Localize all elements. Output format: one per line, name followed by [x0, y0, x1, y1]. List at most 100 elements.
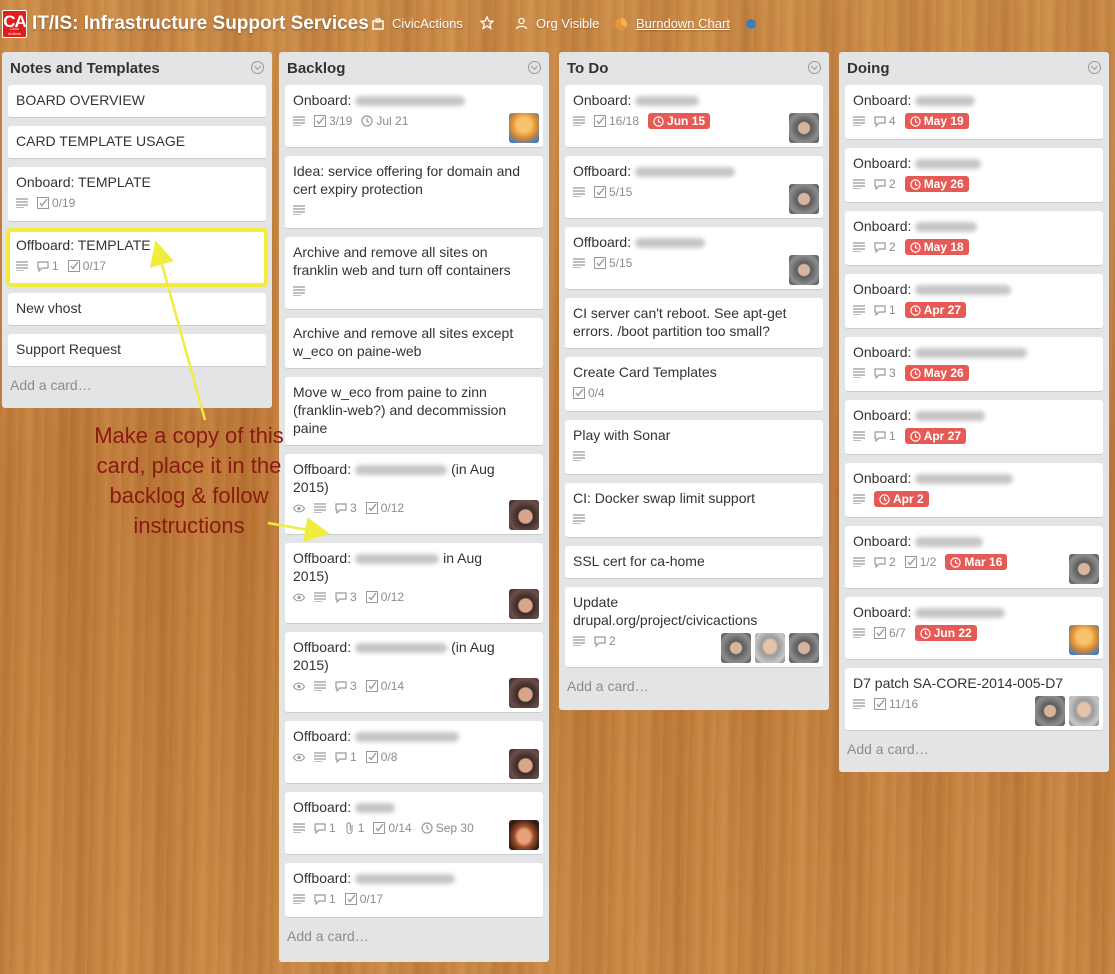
- comments-badge: 3: [335, 677, 357, 695]
- comments-badge: 4: [874, 112, 896, 130]
- card-offboard[interactable]: Offboard: 1 0/17: [285, 863, 543, 918]
- card-offboard[interactable]: Offboard: (in Aug 2015) 3 0/12: [285, 454, 543, 535]
- card-title: D7 patch SA-CORE-2014-005-D7: [853, 675, 1064, 691]
- burndown-chart-link[interactable]: Burndown Chart: [614, 16, 730, 31]
- checklist-badge: 0/12: [365, 499, 404, 517]
- card-board-overview[interactable]: BOARD OVERVIEW: [8, 85, 266, 118]
- list-header: Backlog: [285, 52, 543, 85]
- visibility-button[interactable]: Org Visible: [515, 16, 599, 31]
- avatar[interactable]: [789, 184, 819, 214]
- card-title: Onboard:: [853, 155, 912, 171]
- globe-icon[interactable]: [746, 19, 756, 29]
- avatar[interactable]: [509, 749, 539, 779]
- comment-icon: [314, 822, 326, 834]
- add-card-link[interactable]: Add a card…: [285, 918, 543, 952]
- card-offboard[interactable]: Offboard: 5/15: [565, 227, 823, 290]
- comment-icon: [874, 304, 886, 316]
- avatar[interactable]: [755, 633, 785, 663]
- list-title[interactable]: Backlog: [287, 60, 345, 77]
- card-archive-franklin[interactable]: Archive and remove all sites on franklin…: [285, 237, 543, 310]
- card-idea-service-offering[interactable]: Idea: service offering for domain and ce…: [285, 156, 543, 229]
- clock-icon: [909, 115, 921, 127]
- avatar[interactable]: [1069, 625, 1099, 655]
- avatar[interactable]: [1069, 696, 1099, 726]
- description-icon: [853, 242, 865, 252]
- card-play-with-sonar[interactable]: Play with Sonar: [565, 420, 823, 475]
- card-onboard[interactable]: Onboard: Apr 2: [845, 463, 1103, 518]
- card-offboard[interactable]: Offboard: 1 1 0/14 Sep 30: [285, 792, 543, 855]
- board-title[interactable]: IT/IS: Infrastructure Support Services: [32, 13, 369, 35]
- card-onboard[interactable]: Onboard: 3 May 26: [845, 337, 1103, 392]
- list-menu-icon[interactable]: [528, 61, 541, 74]
- org-button[interactable]: CivicActions: [372, 16, 463, 31]
- list-menu-icon[interactable]: [808, 61, 821, 74]
- star-button[interactable]: [480, 16, 494, 30]
- list-title[interactable]: Notes and Templates: [10, 60, 160, 77]
- card-onboard[interactable]: Onboard: 6/7 Jun 22: [845, 597, 1103, 660]
- description-icon: [293, 116, 305, 126]
- avatar[interactable]: [509, 589, 539, 619]
- card-archive-paine[interactable]: Archive and remove all sites except w_ec…: [285, 318, 543, 369]
- card-offboard[interactable]: Offboard: in Aug 2015) 3 0/12: [285, 543, 543, 624]
- description-icon: [573, 187, 585, 197]
- card-onboard[interactable]: Onboard: 1 Apr 27: [845, 400, 1103, 455]
- add-card-link[interactable]: Add a card…: [845, 731, 1103, 765]
- civicactions-logo[interactable]: CA Civic Actions: [2, 10, 27, 38]
- add-card-link[interactable]: Add a card…: [8, 367, 266, 401]
- card-onboard[interactable]: Onboard: 2 May 26: [845, 148, 1103, 203]
- avatar[interactable]: [789, 113, 819, 143]
- card-onboard[interactable]: Onboard: 2 May 18: [845, 211, 1103, 266]
- card-ci-server-reboot[interactable]: CI server can't reboot. See apt-get erro…: [565, 298, 823, 349]
- list-notes-and-templates: Notes and Templates BOARD OVERVIEW CARD …: [2, 52, 272, 408]
- avatar[interactable]: [509, 500, 539, 530]
- avatar[interactable]: [509, 820, 539, 850]
- checklist-badge: 0/8: [365, 748, 397, 766]
- list-title[interactable]: Doing: [847, 60, 890, 77]
- card-ssl-cert[interactable]: SSL cert for ca-home: [565, 546, 823, 579]
- card-title: Offboard:: [573, 234, 632, 250]
- card-onboard[interactable]: Onboard: 4 May 19: [845, 85, 1103, 140]
- card-new-vhost[interactable]: New vhost: [8, 293, 266, 326]
- comments-badge: 3: [335, 499, 357, 517]
- avatar[interactable]: [789, 255, 819, 285]
- checklist-icon: [37, 197, 49, 209]
- list-title[interactable]: To Do: [567, 60, 608, 77]
- avatar[interactable]: [721, 633, 751, 663]
- card-onboard[interactable]: Onboard: 1 Apr 27: [845, 274, 1103, 329]
- card-onboard[interactable]: Onboard: 3/19 Jul 21: [285, 85, 543, 148]
- card-onboard[interactable]: Onboard: 2 1/2 Mar 16: [845, 526, 1103, 589]
- redacted-name: [915, 285, 1012, 296]
- checklist-icon: [314, 115, 326, 127]
- card-support-request[interactable]: Support Request: [8, 334, 266, 367]
- avatar[interactable]: [1035, 696, 1065, 726]
- checklist-icon: [874, 698, 886, 710]
- avatar[interactable]: [1069, 554, 1099, 584]
- card-title: Idea: service offering for domain and ce…: [293, 163, 520, 197]
- card-template-usage[interactable]: CARD TEMPLATE USAGE: [8, 126, 266, 159]
- card-onboard-template[interactable]: Onboard: TEMPLATE 0/19: [8, 167, 266, 222]
- avatar[interactable]: [509, 113, 539, 143]
- redacted-name: [915, 348, 1028, 359]
- card-offboard[interactable]: Offboard: (in Aug 2015) 3 0/14: [285, 632, 543, 713]
- card-create-card-templates[interactable]: Create Card Templates 0/4: [565, 357, 823, 412]
- card-move-w-eco[interactable]: Move w_eco from paine to zinn (franklin-…: [285, 377, 543, 446]
- card-docker-swap-limit[interactable]: CI: Docker swap limit support: [565, 483, 823, 538]
- card-title: BOARD OVERVIEW: [16, 92, 145, 108]
- card-onboard[interactable]: Onboard: 16/18 Jun 15: [565, 85, 823, 148]
- card-d7-patch[interactable]: D7 patch SA-CORE-2014-005-D7 11/16: [845, 668, 1103, 731]
- card-update-drupal[interactable]: Update drupal.org/project/civicactions 2: [565, 587, 823, 668]
- list-menu-icon[interactable]: [1088, 61, 1101, 74]
- clock-icon: [950, 556, 962, 568]
- card-offboard-template[interactable]: Offboard: TEMPLATE 1 0/17: [6, 228, 268, 287]
- card-title: Onboard:: [853, 92, 912, 108]
- due-date-badge: Apr 27: [904, 302, 967, 318]
- add-card-link[interactable]: Add a card…: [565, 668, 823, 702]
- card-offboard[interactable]: Offboard: 5/15: [565, 156, 823, 219]
- list-menu-icon[interactable]: [251, 61, 264, 74]
- checklist-icon: [344, 893, 357, 905]
- avatar[interactable]: [509, 678, 539, 708]
- checklist-badge: 0/19: [37, 194, 75, 212]
- date-badge: Sep 30: [421, 819, 474, 837]
- avatar[interactable]: [789, 633, 819, 663]
- card-offboard[interactable]: Offboard: 1 0/8: [285, 721, 543, 784]
